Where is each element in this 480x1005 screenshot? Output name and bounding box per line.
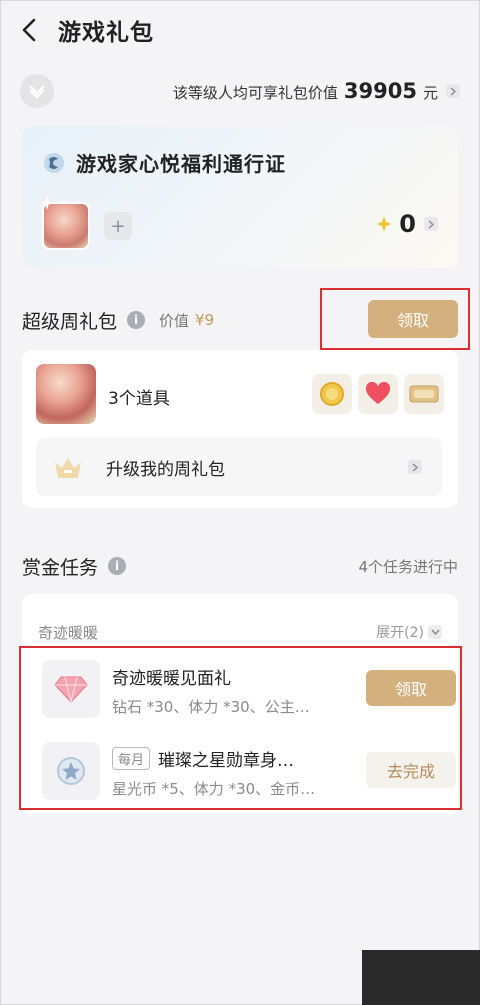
highlight-outline	[19, 646, 462, 810]
level-unit: 元	[422, 84, 438, 102]
star-icon	[40, 196, 54, 210]
chevron-down-icon	[428, 625, 442, 639]
weekly-title-row: 超级周礼包 i 价值 ¥9	[22, 300, 214, 340]
weekly-avatar	[36, 364, 96, 424]
bounty-title: 赏金任务	[22, 556, 99, 579]
upgrade-weekly-row[interactable]: 升级我的周礼包	[36, 438, 442, 496]
weekly-card: 3个道具 升级我的周礼包	[22, 350, 458, 508]
expand-label: 展开(2)	[376, 625, 424, 641]
task-group-name: 奇迹暖暖	[38, 624, 99, 642]
header: 游戏礼包	[0, 0, 480, 60]
weekly-value-price: ¥9	[195, 311, 215, 329]
level-value-text: 该等级人均可享礼包价值 39905 元	[173, 79, 460, 103]
back-icon[interactable]	[22, 15, 46, 45]
upgrade-label: 升级我的周礼包	[106, 459, 225, 480]
info-icon[interactable]: i	[127, 311, 146, 329]
crown-icon	[55, 458, 81, 478]
weekly-value-label: 价值	[159, 311, 190, 330]
overlay-bar	[362, 950, 480, 1005]
bounty-title-row: 赏金任务 i	[22, 546, 127, 586]
pass-logo-icon	[44, 152, 64, 173]
coin-item-icon[interactable]	[312, 374, 352, 414]
pass-points[interactable]: 0	[375, 210, 438, 238]
coupon-item-icon[interactable]	[404, 374, 444, 414]
weekly-claim-button[interactable]: 领取	[368, 300, 458, 338]
level-row[interactable]: 该等级人均可享礼包价值 39905 元	[20, 72, 460, 110]
level-prefix: 该等级人均可享礼包价值	[172, 84, 338, 102]
chevron-right-icon[interactable]	[408, 460, 422, 474]
items-count: 3个道具	[108, 389, 170, 409]
chevron-right-icon[interactable]	[424, 217, 438, 231]
pass-card[interactable]: 游戏家心悦福利通行证 + 0	[22, 126, 458, 268]
weekly-title: 超级周礼包	[22, 310, 118, 333]
pass-title-row: 游戏家心悦福利通行证	[42, 148, 286, 177]
level-badge-icon	[20, 74, 54, 108]
page-title: 游戏礼包	[58, 20, 154, 46]
heart-item-icon[interactable]	[358, 374, 398, 414]
add-game-button[interactable]: +	[104, 212, 132, 240]
bounty-status: 4个任务进行中	[358, 558, 458, 576]
pass-title: 游戏家心悦福利通行证	[76, 152, 286, 176]
points-value: 0	[399, 210, 416, 238]
points-diamond-icon	[376, 216, 393, 232]
expand-button[interactable]: 展开(2)	[376, 622, 442, 642]
chevron-right-icon[interactable]	[446, 84, 460, 98]
info-icon[interactable]: i	[108, 557, 127, 575]
level-value: 39905	[343, 79, 417, 103]
